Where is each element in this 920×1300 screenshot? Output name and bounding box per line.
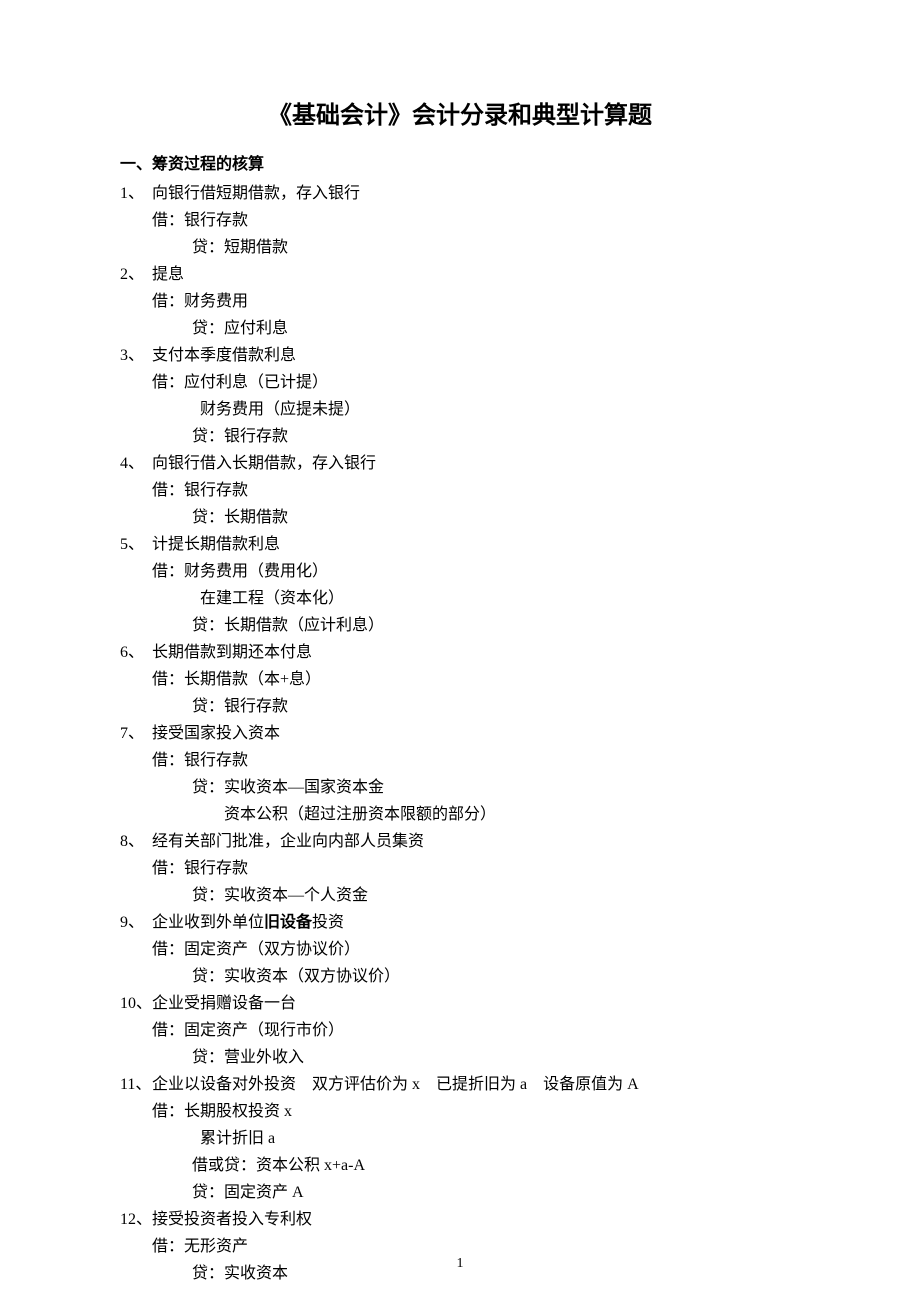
- item-number: 7、: [120, 720, 152, 747]
- item-description: 经有关部门批准，企业向内部人员集资: [152, 828, 424, 855]
- item-number: 11、: [120, 1071, 152, 1098]
- list-item: 10、企业受捐赠设备一台借：固定资产（现行市价）贷：营业外收入: [120, 990, 800, 1071]
- document-title: 《基础会计》会计分录和典型计算题: [120, 95, 800, 130]
- item-description: 向银行借入长期借款，存入银行: [152, 450, 376, 477]
- item-description: 长期借款到期还本付息: [152, 639, 312, 666]
- entry-line: 贷：长期借款: [120, 504, 800, 531]
- item-description: 向银行借短期借款，存入银行: [152, 180, 360, 207]
- item-number: 12、: [120, 1206, 152, 1233]
- items-list: 1、向银行借短期借款，存入银行借：银行存款贷：短期借款2、提息借：财务费用贷：应…: [120, 180, 800, 1287]
- page-number: 1: [0, 1256, 920, 1272]
- list-item: 11、企业以设备对外投资 双方评估价为 x 已提折旧为 a 设备原值为 A借：长…: [120, 1071, 800, 1206]
- item-heading: 6、长期借款到期还本付息: [120, 639, 800, 666]
- list-item: 12、接受投资者投入专利权借：无形资产贷：实收资本: [120, 1206, 800, 1287]
- item-heading: 5、计提长期借款利息: [120, 531, 800, 558]
- entry-line: 贷：实收资本—个人资金: [120, 882, 800, 909]
- entry-line: 借：财务费用（费用化）: [120, 558, 800, 585]
- item-number: 5、: [120, 531, 152, 558]
- entry-line: 贷：固定资产 A: [120, 1179, 800, 1206]
- entry-line: 借：银行存款: [120, 855, 800, 882]
- item-heading: 9、企业收到外单位旧设备投资: [120, 909, 800, 936]
- item-number: 8、: [120, 828, 152, 855]
- bold-text: 旧设备: [264, 914, 312, 931]
- list-item: 2、提息借：财务费用贷：应付利息: [120, 261, 800, 342]
- list-item: 1、向银行借短期借款，存入银行借：银行存款贷：短期借款: [120, 180, 800, 261]
- item-heading: 10、企业受捐赠设备一台: [120, 990, 800, 1017]
- item-description: 企业以设备对外投资 双方评估价为 x 已提折旧为 a 设备原值为 A: [152, 1071, 639, 1098]
- entry-line: 借：银行存款: [120, 747, 800, 774]
- list-item: 6、长期借款到期还本付息借：长期借款（本+息）贷：银行存款: [120, 639, 800, 720]
- item-number: 9、: [120, 909, 152, 936]
- entry-line: 借：长期股权投资 x: [120, 1098, 800, 1125]
- item-heading: 8、经有关部门批准，企业向内部人员集资: [120, 828, 800, 855]
- entry-line: 贷：营业外收入: [120, 1044, 800, 1071]
- item-description: 接受国家投入资本: [152, 720, 280, 747]
- entry-line: 贷：实收资本（双方协议价）: [120, 963, 800, 990]
- entry-line: 借：固定资产（双方协议价）: [120, 936, 800, 963]
- entry-line: 资本公积（超过注册资本限额的部分）: [120, 801, 800, 828]
- entry-line: 借：长期借款（本+息）: [120, 666, 800, 693]
- item-number: 4、: [120, 450, 152, 477]
- entry-line: 借：固定资产（现行市价）: [120, 1017, 800, 1044]
- entry-line: 财务费用（应提未提）: [120, 396, 800, 423]
- item-number: 3、: [120, 342, 152, 369]
- entry-line: 贷：长期借款（应计利息）: [120, 612, 800, 639]
- entry-line: 贷：银行存款: [120, 693, 800, 720]
- item-heading: 11、企业以设备对外投资 双方评估价为 x 已提折旧为 a 设备原值为 A: [120, 1071, 800, 1098]
- entry-line: 借：银行存款: [120, 477, 800, 504]
- entry-line: 借：财务费用: [120, 288, 800, 315]
- item-heading: 12、接受投资者投入专利权: [120, 1206, 800, 1233]
- item-description: 企业受捐赠设备一台: [152, 990, 296, 1017]
- item-description: 企业收到外单位旧设备投资: [152, 909, 344, 936]
- item-description: 计提长期借款利息: [152, 531, 280, 558]
- list-item: 8、经有关部门批准，企业向内部人员集资借：银行存款贷：实收资本—个人资金: [120, 828, 800, 909]
- item-number: 10、: [120, 990, 152, 1017]
- entry-line: 借：银行存款: [120, 207, 800, 234]
- item-description: 支付本季度借款利息: [152, 342, 296, 369]
- item-heading: 4、向银行借入长期借款，存入银行: [120, 450, 800, 477]
- item-description: 接受投资者投入专利权: [152, 1206, 312, 1233]
- list-item: 7、接受国家投入资本借：银行存款贷：实收资本—国家资本金资本公积（超过注册资本限…: [120, 720, 800, 828]
- item-number: 2、: [120, 261, 152, 288]
- entry-line: 贷：实收资本—国家资本金: [120, 774, 800, 801]
- item-description: 提息: [152, 261, 184, 288]
- entry-line: 累计折旧 a: [120, 1125, 800, 1152]
- list-item: 4、向银行借入长期借款，存入银行借：银行存款贷：长期借款: [120, 450, 800, 531]
- list-item: 9、企业收到外单位旧设备投资借：固定资产（双方协议价）贷：实收资本（双方协议价）: [120, 909, 800, 990]
- section-heading: 一、筹资过程的核算: [120, 150, 800, 174]
- item-heading: 1、向银行借短期借款，存入银行: [120, 180, 800, 207]
- entry-line: 借或贷：资本公积 x+a-A: [120, 1152, 800, 1179]
- entry-line: 贷：银行存款: [120, 423, 800, 450]
- item-number: 6、: [120, 639, 152, 666]
- list-item: 5、计提长期借款利息借：财务费用（费用化）在建工程（资本化）贷：长期借款（应计利…: [120, 531, 800, 639]
- item-heading: 3、支付本季度借款利息: [120, 342, 800, 369]
- item-number: 1、: [120, 180, 152, 207]
- entry-line: 借：应付利息（已计提）: [120, 369, 800, 396]
- entry-line: 在建工程（资本化）: [120, 585, 800, 612]
- entry-line: 贷：短期借款: [120, 234, 800, 261]
- entry-line: 贷：应付利息: [120, 315, 800, 342]
- item-heading: 2、提息: [120, 261, 800, 288]
- item-heading: 7、接受国家投入资本: [120, 720, 800, 747]
- list-item: 3、支付本季度借款利息借：应付利息（已计提）财务费用（应提未提）贷：银行存款: [120, 342, 800, 450]
